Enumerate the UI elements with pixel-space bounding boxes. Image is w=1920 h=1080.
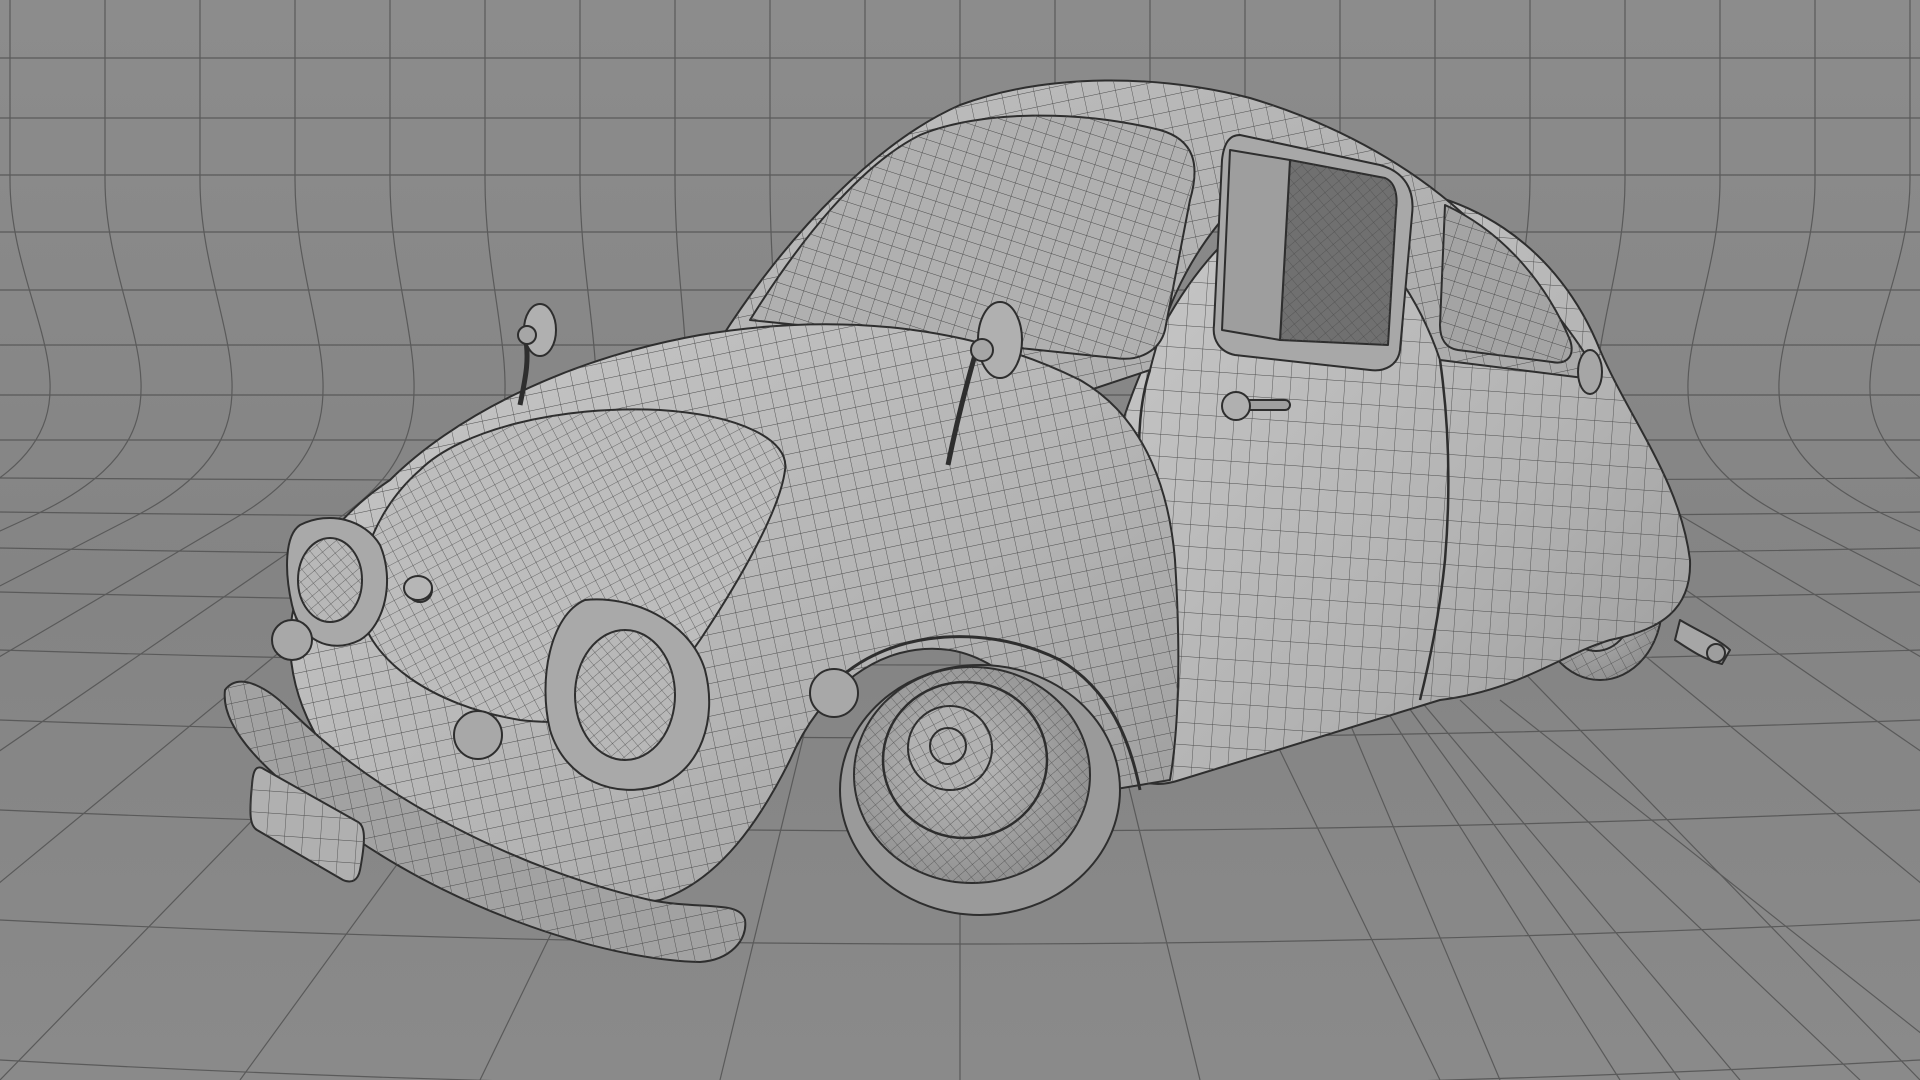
viewport-render bbox=[0, 0, 1920, 1080]
scene-svg bbox=[0, 0, 1920, 1080]
hood-emblem bbox=[403, 575, 433, 601]
side-window-front bbox=[1212, 134, 1414, 372]
front-wheel bbox=[839, 664, 1121, 916]
rear-light bbox=[1577, 349, 1603, 395]
